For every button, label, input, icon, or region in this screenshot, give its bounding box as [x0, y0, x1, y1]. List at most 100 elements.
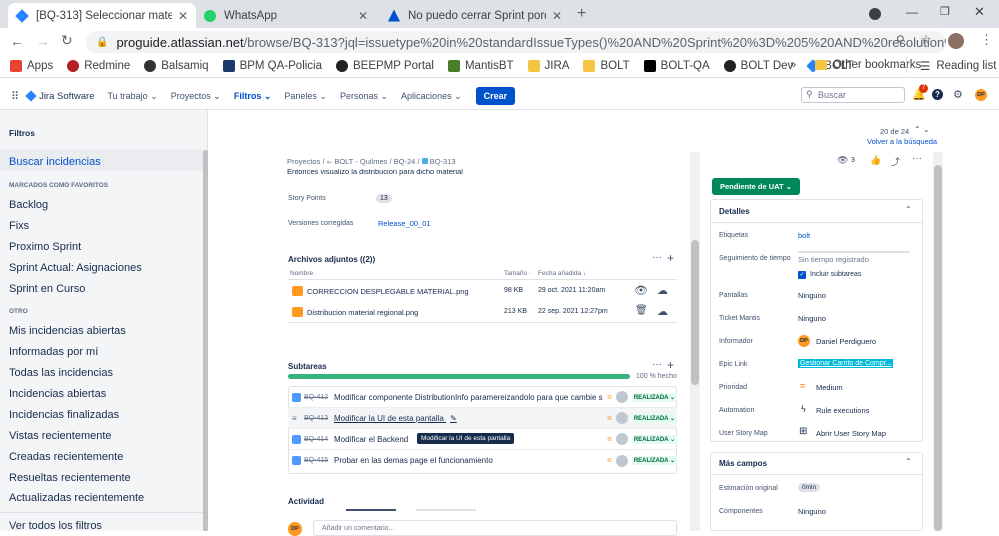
delete-trash-icon[interactable]: 🗑 — [635, 305, 648, 316]
breadcrumb-projects[interactable]: Proyectos — [287, 157, 320, 166]
nav-your-work[interactable]: Tu trabajo ⌄ — [108, 91, 158, 102]
breadcrumb-issue[interactable]: BQ-313 — [430, 157, 456, 166]
activity-tab-indicator[interactable] — [346, 509, 396, 511]
attachment-name[interactable]: CORRECCION DESPLEGABLE MATERIAL.png — [307, 287, 469, 296]
reading-list[interactable]: ☰ Reading list — [920, 59, 996, 73]
watch-eye-icon[interactable]: 👁 — [837, 155, 848, 166]
subtask-summary[interactable]: Modificar la UI de esta pantalla ✎ — [334, 414, 603, 423]
sidebar-item-resolved-recently[interactable]: Resueltas recientemente — [9, 472, 131, 484]
forward-icon[interactable]: → — [36, 33, 50, 49]
download-cloud-icon[interactable]: ☁ — [657, 305, 668, 318]
bookmark-bolt-qa[interactable]: BOLT-QA — [643, 60, 710, 72]
bookmark-mantis[interactable]: MantisBT — [447, 60, 514, 72]
time-tracking-value[interactable]: Sin tiempo registrado — [798, 255, 869, 264]
jira-logo[interactable]: Jira Software — [25, 90, 95, 102]
sidebar-item-all-issues[interactable]: Todas las incidencias — [9, 367, 113, 379]
add-subtask-icon[interactable]: + — [667, 358, 674, 372]
sidebar-item-updated-recently[interactable]: Actualizadas recientemente — [9, 492, 144, 504]
new-tab-icon[interactable]: + — [577, 5, 586, 23]
menu-dots-icon[interactable]: ⋮ — [980, 32, 993, 48]
sidebar-item-viewed-recently[interactable]: Vistas recientemente — [9, 430, 112, 442]
subtask-key[interactable]: BQ-413 — [304, 415, 334, 422]
story-points-value[interactable]: 13 — [376, 194, 392, 203]
bookmark-bolt-dev[interactable]: BOLT Dev — [723, 60, 793, 72]
panel-scrollbar[interactable] — [934, 165, 942, 531]
pager-arrows-icon[interactable]: ⌃ ⌄ — [914, 125, 930, 134]
close-tab-icon[interactable]: ✕ — [552, 9, 562, 23]
bookmark-beepmp[interactable]: BEEPMP Portal — [336, 60, 434, 72]
minimize-icon[interactable]: — — [906, 5, 918, 19]
status-button[interactable]: Pendiente de UAT ⌄ — [712, 178, 800, 195]
ticket-mantis-value[interactable]: Ninguno — [798, 314, 826, 323]
components-value[interactable]: Ninguno — [798, 507, 826, 516]
subtask-status[interactable]: REALIZADA ⌄ — [631, 456, 677, 465]
sidebar-scrollbar[interactable] — [203, 150, 208, 531]
sidebar-item-my-open[interactable]: Mis incidencias abiertas — [9, 325, 126, 337]
activity-tab-indicator[interactable] — [416, 509, 476, 511]
close-tab-icon[interactable]: ✕ — [178, 9, 188, 23]
reporter-value[interactable]: Daniel Perdiguero — [816, 337, 876, 346]
breadcrumb-project[interactable]: BOLT - Quilmes — [334, 157, 387, 166]
user-story-map-link[interactable]: Abrir User Story Map — [816, 429, 886, 438]
fix-version-link[interactable]: Release_00_01 — [378, 219, 431, 228]
nav-projects[interactable]: Proyectos ⌄ — [171, 91, 221, 102]
screens-value[interactable]: Ninguno — [798, 291, 826, 300]
bookmark-star-icon[interactable]: ☆ — [920, 32, 932, 48]
nav-filters[interactable]: Filtros ⌄ — [234, 91, 272, 102]
sidebar-item-next-sprint[interactable]: Proximo Sprint — [9, 241, 81, 253]
close-window-icon[interactable]: ✕ — [974, 4, 985, 20]
breadcrumb-epic[interactable]: BQ-24 — [394, 157, 416, 166]
sidebar-item-current-sprint-assignments[interactable]: Sprint Actual: Asignaciones — [9, 262, 142, 274]
subtask-key[interactable]: BQ-415 — [304, 457, 334, 464]
profile-menu-icon[interactable] — [869, 8, 881, 20]
browser-tab-whatsapp[interactable]: WhatsApp ✕ — [196, 3, 376, 28]
collapse-chevron-icon[interactable]: ⌃ — [905, 205, 912, 214]
subtask-status[interactable]: REALIZADA ⌄ — [631, 413, 677, 423]
subtask-row[interactable]: BQ-415 Probar en las demas page el funci… — [288, 450, 677, 471]
attach-col-name[interactable]: Nombre · — [290, 270, 317, 277]
subtask-row[interactable]: BQ-412 Modificar componente Distribution… — [288, 387, 677, 408]
browser-tab-atlassian-community[interactable]: No puedo cerrar Sprint porque h ✕ — [380, 3, 570, 28]
more-actions-icon[interactable]: ··· — [912, 153, 922, 164]
bookmark-apps[interactable]: Apps — [10, 60, 53, 72]
subtask-summary[interactable]: Probar en las demas page el funcionamien… — [334, 456, 603, 465]
attach-col-size[interactable]: Tamaño · — [504, 270, 531, 277]
priority-value[interactable]: Medium — [816, 383, 843, 392]
include-subtasks-checkbox[interactable]: ✓ — [798, 271, 806, 279]
sidebar-item-search-issues[interactable]: Buscar incidencias — [9, 156, 101, 168]
sidebar-item-sprint-in-progress[interactable]: Sprint en Curso — [9, 283, 85, 295]
more-fields-title[interactable]: Más campos — [719, 459, 767, 468]
app-switcher-icon[interactable]: ⠿ — [11, 90, 19, 103]
details-title[interactable]: Detalles — [719, 207, 750, 216]
subtask-key[interactable]: BQ-412 — [304, 394, 334, 401]
comment-input[interactable]: Añadir un comentario... — [313, 520, 677, 536]
close-tab-icon[interactable]: ✕ — [358, 9, 368, 23]
labels-value[interactable]: bolt — [798, 231, 810, 240]
drag-handle-icon[interactable]: ≡ — [292, 414, 297, 423]
epic-link-value[interactable]: Gestionar Carrito de Compr... — [798, 359, 894, 368]
bookmark-redmine[interactable]: Redmine — [67, 60, 130, 72]
collapse-chevron-icon[interactable]: ⌃ — [905, 457, 912, 466]
search-input[interactable]: ⚲ Buscar — [801, 87, 905, 103]
subtask-status[interactable]: REALIZADA ⌄ — [631, 392, 677, 402]
sidebar-item-reported-by-me[interactable]: Informadas por mí — [9, 346, 98, 358]
vote-thumb-icon[interactable]: 👍 — [870, 155, 881, 166]
sidebar-item-created-recently[interactable]: Creadas recientemente — [9, 451, 123, 463]
restore-icon[interactable]: ❐ — [940, 5, 950, 18]
more-bookmarks-icon[interactable]: » — [790, 59, 796, 71]
preview-eye-icon[interactable]: 👁 — [634, 284, 648, 297]
create-button[interactable]: Crear — [475, 87, 516, 105]
add-attachment-icon[interactable]: + — [667, 251, 674, 265]
nav-dashboards[interactable]: Paneles ⌄ — [284, 91, 327, 102]
bookmark-bolt[interactable]: BOLT — [583, 60, 630, 72]
sidebar-item-backlog[interactable]: Backlog — [9, 199, 48, 211]
issue-scrollbar[interactable] — [691, 240, 699, 385]
profile-avatar[interactable] — [948, 33, 964, 49]
bookmark-bpm[interactable]: BPM QA-Policia — [222, 60, 322, 72]
attachment-name[interactable]: Distribucion material regional.png — [307, 308, 418, 317]
sidebar-item-done-issues[interactable]: Incidencias finalizadas — [9, 409, 119, 421]
edit-pencil-icon[interactable]: ✎ — [450, 414, 457, 423]
bookmark-balsamiq[interactable]: Balsamiq — [144, 60, 209, 72]
subtask-status[interactable]: REALIZADA ⌄ — [631, 434, 677, 444]
attach-col-date[interactable]: Fecha añadida ↓ — [538, 270, 586, 277]
